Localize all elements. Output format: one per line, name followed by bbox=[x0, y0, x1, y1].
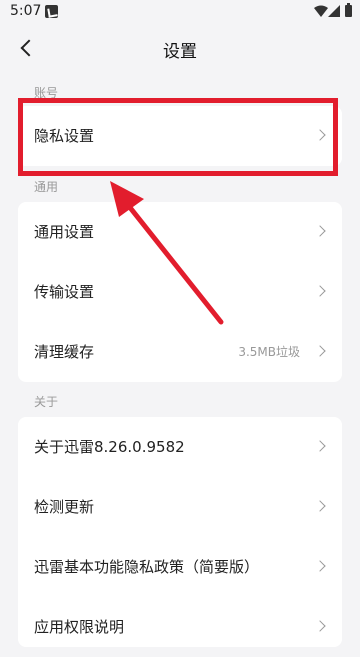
row-permission-info[interactable]: 应用权限说明 bbox=[18, 597, 342, 657]
chevron-right-icon bbox=[314, 500, 326, 512]
row-label: 迅雷基本功能隐私政策（简要版） bbox=[34, 558, 260, 576]
page-title: 设置 bbox=[163, 42, 197, 62]
wifi-icon bbox=[314, 5, 328, 17]
chevron-right-icon bbox=[314, 345, 326, 357]
row-label: 清理缓存 bbox=[34, 343, 95, 361]
status-bar: 5:07 bbox=[0, 0, 360, 24]
row-clear-cache[interactable]: 清理缓存 3.5MB垃圾 bbox=[18, 322, 342, 382]
chevron-right-icon bbox=[314, 440, 326, 452]
row-label: 传输设置 bbox=[34, 283, 95, 301]
battery-icon bbox=[345, 3, 352, 17]
cache-size-value: 3.5MB垃圾 bbox=[238, 345, 300, 359]
navigation-bar: 设置 bbox=[0, 24, 360, 72]
chevron-right-icon bbox=[314, 225, 326, 237]
row-check-update[interactable]: 检测更新 bbox=[18, 477, 342, 537]
chevron-right-icon bbox=[314, 285, 326, 297]
section-label-account: 账号 bbox=[34, 86, 59, 100]
row-label: 隐私设置 bbox=[34, 127, 95, 145]
signal-icon bbox=[328, 5, 340, 17]
chevron-right-icon bbox=[314, 620, 326, 632]
row-general-settings[interactable]: 通用设置 bbox=[18, 202, 342, 262]
about-card: 关于迅雷8.26.0.9582 检测更新 迅雷基本功能隐私政策（简要版） 应用权… bbox=[18, 417, 342, 647]
row-about-xunlei[interactable]: 关于迅雷8.26.0.9582 bbox=[18, 417, 342, 477]
app-notification-icon bbox=[45, 5, 58, 18]
chevron-right-icon bbox=[314, 129, 326, 141]
section-label-about: 关于 bbox=[34, 395, 59, 409]
row-label: 通用设置 bbox=[34, 223, 95, 241]
row-label: 关于迅雷8.26.0.9582 bbox=[34, 438, 185, 456]
row-privacy-policy[interactable]: 迅雷基本功能隐私政策（简要版） bbox=[18, 537, 342, 597]
status-time: 5:07 bbox=[10, 3, 42, 19]
section-label-general: 通用 bbox=[34, 180, 59, 194]
general-card: 通用设置 传输设置 清理缓存 3.5MB垃圾 bbox=[18, 202, 342, 382]
row-label: 检测更新 bbox=[34, 498, 95, 516]
row-privacy-settings[interactable]: 隐私设置 bbox=[18, 106, 342, 166]
row-transfer-settings[interactable]: 传输设置 bbox=[18, 262, 342, 322]
account-card: 隐私设置 bbox=[18, 106, 342, 166]
chevron-right-icon bbox=[314, 560, 326, 572]
row-label: 应用权限说明 bbox=[34, 618, 125, 636]
